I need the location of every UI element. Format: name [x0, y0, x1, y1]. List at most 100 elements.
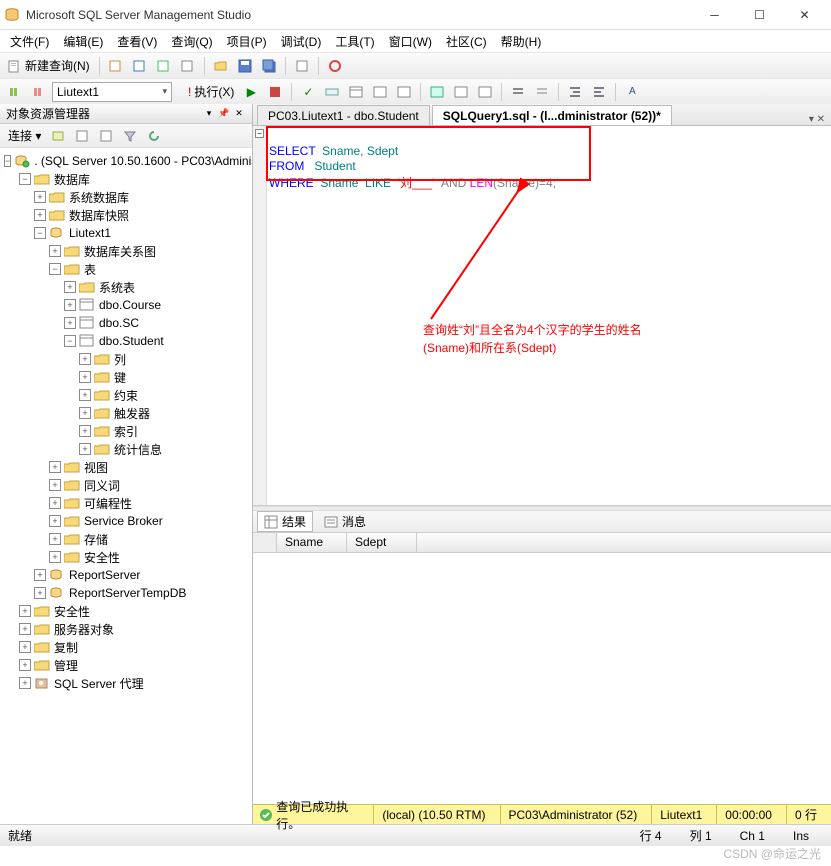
- tb2-btn-2[interactable]: [28, 81, 50, 103]
- tree-sc[interactable]: +dbo.SC: [0, 314, 252, 332]
- tree-student[interactable]: −dbo.Student: [0, 332, 252, 350]
- tree-constraints[interactable]: +约束: [0, 386, 252, 404]
- tb2-btn-e[interactable]: A: [621, 81, 643, 103]
- tree-serverobj[interactable]: +服务器对象: [0, 620, 252, 638]
- tree-stats[interactable]: +统计信息: [0, 440, 252, 458]
- menu-community[interactable]: 社区(C): [440, 31, 493, 52]
- tree-reportserver[interactable]: +ReportServer: [0, 566, 252, 584]
- execute-button[interactable]: ! 执行(X): [184, 83, 238, 100]
- menu-bar: 文件(F) 编辑(E) 查看(V) 查询(Q) 项目(P) 调试(D) 工具(T…: [0, 30, 831, 52]
- menu-window[interactable]: 窗口(W): [383, 31, 438, 52]
- tree-synonyms[interactable]: +同义词: [0, 476, 252, 494]
- comment-button[interactable]: [507, 81, 529, 103]
- oe-filter-button[interactable]: [119, 125, 141, 147]
- grid-col-sname[interactable]: Sname: [277, 533, 347, 552]
- menu-tools[interactable]: 工具(T): [329, 31, 380, 52]
- tree-agent[interactable]: +SQL Server 代理: [0, 674, 252, 692]
- tb-btn-1[interactable]: [105, 55, 127, 77]
- toolbar-2: Liutext1 ! 执行(X) ▶ ✓ A: [0, 78, 831, 104]
- tree-root[interactable]: −. (SQL Server 10.50.1600 - PC03\Adminis…: [0, 152, 252, 170]
- menu-debug[interactable]: 调试(D): [275, 31, 328, 52]
- tree-diagram[interactable]: +数据库关系图: [0, 242, 252, 260]
- debug-button[interactable]: ▶: [240, 81, 262, 103]
- menu-edit[interactable]: 编辑(E): [57, 31, 109, 52]
- status-ready: 就绪: [8, 827, 32, 844]
- tree-liutext[interactable]: −Liutext1: [0, 224, 252, 242]
- oe-btn-2[interactable]: [71, 125, 93, 147]
- results-tab[interactable]: 结果: [257, 511, 313, 532]
- uncomment-button[interactable]: [531, 81, 553, 103]
- title-bar: Microsoft SQL Server Management Studio ─…: [0, 0, 831, 30]
- parse-button[interactable]: ✓: [297, 81, 319, 103]
- tree-course[interactable]: +dbo.Course: [0, 296, 252, 314]
- new-query-button[interactable]: 新建查询(N): [4, 57, 94, 74]
- results-grid-button[interactable]: [426, 81, 448, 103]
- open-button[interactable]: [210, 55, 232, 77]
- database-combo[interactable]: Liutext1: [52, 82, 172, 102]
- oe-btn-1[interactable]: [47, 125, 69, 147]
- editor-panel: PC03.Liutext1 - dbo.Student SQLQuery1.sq…: [253, 104, 831, 824]
- tb2-btn-a[interactable]: [321, 81, 343, 103]
- sql-editor[interactable]: − SELECT Sname, Sdept FROM Student WHERE…: [253, 126, 831, 506]
- panel-pin-button[interactable]: 📌: [217, 107, 231, 121]
- tree-databases[interactable]: −数据库: [0, 170, 252, 188]
- panel-dropdown-button[interactable]: ▾: [202, 107, 216, 121]
- outdent-button[interactable]: [588, 81, 610, 103]
- tree-tables[interactable]: −表: [0, 260, 252, 278]
- indent-button[interactable]: [564, 81, 586, 103]
- tree-keys[interactable]: +键: [0, 368, 252, 386]
- tree-security[interactable]: +安全性: [0, 602, 252, 620]
- tb-btn-2[interactable]: [129, 55, 151, 77]
- tree-storage[interactable]: +存储: [0, 530, 252, 548]
- status-ins: Ins: [779, 829, 823, 843]
- menu-file[interactable]: 文件(F): [4, 31, 55, 52]
- tree-views[interactable]: +视图: [0, 458, 252, 476]
- menu-view[interactable]: 查看(V): [111, 31, 163, 52]
- tree-service-broker[interactable]: +Service Broker: [0, 512, 252, 530]
- tree-indexes[interactable]: +索引: [0, 422, 252, 440]
- tab-query[interactable]: SQLQuery1.sql - (l...dministrator (52))*: [432, 105, 672, 125]
- tree-db-security[interactable]: +安全性: [0, 548, 252, 566]
- stop-button[interactable]: [264, 81, 286, 103]
- tree-snapshot[interactable]: +数据库快照: [0, 206, 252, 224]
- tb2-btn-d[interactable]: [393, 81, 415, 103]
- tree-prog[interactable]: +可编程性: [0, 494, 252, 512]
- tree-sysdb[interactable]: +系统数据库: [0, 188, 252, 206]
- fold-icon[interactable]: −: [255, 129, 264, 138]
- results-file-button[interactable]: [474, 81, 496, 103]
- activity-icon[interactable]: [324, 55, 346, 77]
- object-tree[interactable]: −. (SQL Server 10.50.1600 - PC03\Adminis…: [0, 148, 252, 824]
- menu-query[interactable]: 查询(Q): [165, 31, 218, 52]
- tb-btn-3[interactable]: [153, 55, 175, 77]
- save-button[interactable]: [234, 55, 256, 77]
- status-user: PC03\Administrator (52): [500, 805, 646, 824]
- minimize-button[interactable]: ─: [692, 1, 737, 29]
- close-button[interactable]: ✕: [782, 1, 827, 29]
- tb2-btn-b[interactable]: [345, 81, 367, 103]
- results-text-button[interactable]: [450, 81, 472, 103]
- tree-manage[interactable]: +管理: [0, 656, 252, 674]
- menu-help[interactable]: 帮助(H): [495, 31, 548, 52]
- connect-button[interactable]: 连接 ▾: [4, 127, 45, 144]
- tb2-btn-c[interactable]: [369, 81, 391, 103]
- grid-col-sdept[interactable]: Sdept: [347, 533, 417, 552]
- tb-btn-4[interactable]: [177, 55, 199, 77]
- tab-student[interactable]: PC03.Liutext1 - dbo.Student: [257, 105, 430, 125]
- oe-refresh-button[interactable]: [143, 125, 165, 147]
- maximize-button[interactable]: ☐: [737, 1, 782, 29]
- menu-project[interactable]: 项目(P): [221, 31, 273, 52]
- object-explorer-toolbar: 连接 ▾: [0, 124, 252, 148]
- save-all-button[interactable]: [258, 55, 280, 77]
- messages-tab[interactable]: 消息: [317, 511, 373, 532]
- tree-columns[interactable]: +列: [0, 350, 252, 368]
- tree-triggers[interactable]: +触发器: [0, 404, 252, 422]
- tree-replication[interactable]: +复制: [0, 638, 252, 656]
- tb-btn-nav[interactable]: [291, 55, 313, 77]
- panel-close-button[interactable]: ✕: [232, 107, 246, 121]
- oe-btn-3[interactable]: [95, 125, 117, 147]
- tree-systables[interactable]: +系统表: [0, 278, 252, 296]
- tree-reportservertemp[interactable]: +ReportServerTempDB: [0, 584, 252, 602]
- tb2-btn-1[interactable]: [4, 81, 26, 103]
- status-db: Liutext1: [651, 805, 710, 824]
- tabstrip-menu[interactable]: ▾ ✕: [803, 114, 831, 125]
